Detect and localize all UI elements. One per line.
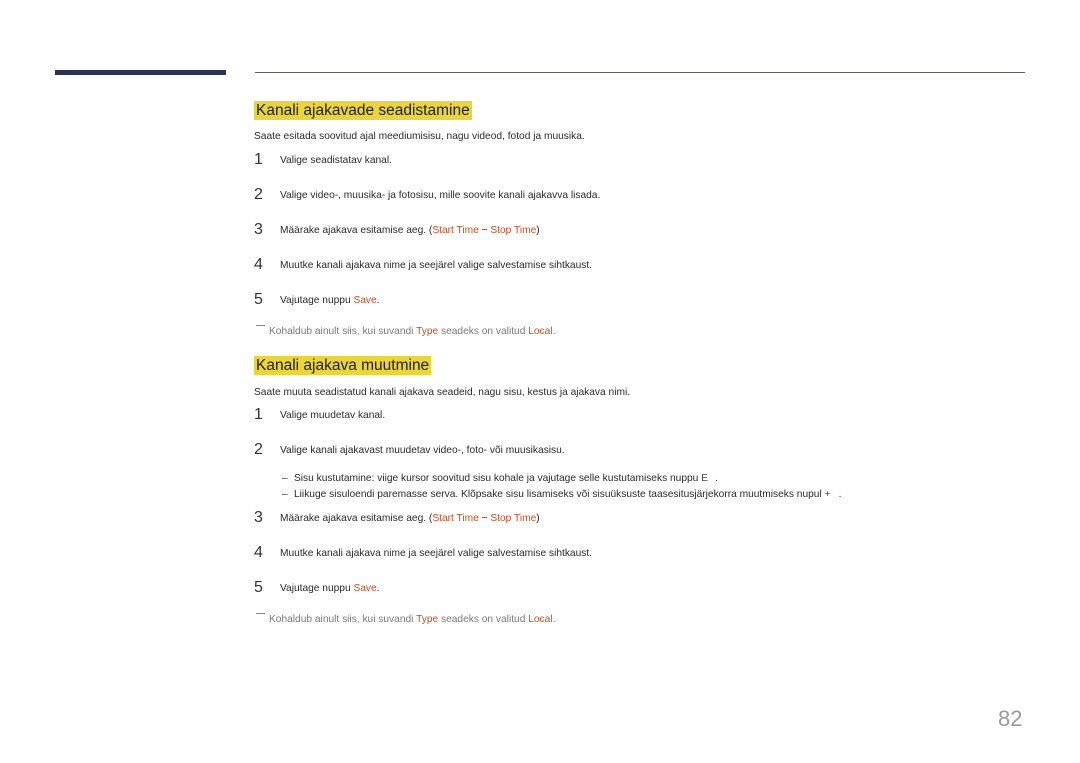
text-fragment: . bbox=[552, 326, 556, 337]
text-fragment: . bbox=[552, 614, 556, 625]
sub-item: – Liikuge sisuloendi paremasse serva. Klõ… bbox=[282, 488, 841, 501]
text-fragment: ) bbox=[536, 513, 540, 524]
text-fragment: Vajutage nuppu bbox=[280, 583, 354, 594]
step-text: Muutke kanali ajakava nime ja seejärel v… bbox=[280, 548, 593, 559]
text-fragment: ) bbox=[536, 225, 540, 236]
text-fragment: . bbox=[715, 473, 718, 484]
section-intro: Saate esitada soovitud ajal meediumisisu… bbox=[254, 131, 585, 142]
text-fragment: Kohaldub ainult siis, kui suvandi bbox=[269, 614, 417, 625]
note: Kohaldub ainult siis, kui suvandi Type s… bbox=[256, 325, 555, 338]
step-number: 4 bbox=[254, 544, 263, 561]
step-text: Määrake ajakava esitamise aeg. (Start Ti… bbox=[280, 224, 540, 237]
section-intro: Saate muuta seadistatud kanali ajakava s… bbox=[254, 387, 631, 398]
local-term: Local bbox=[528, 614, 553, 625]
section-marker-bar bbox=[55, 70, 226, 75]
step-number: 2 bbox=[254, 441, 263, 458]
step-text: Valige kanali ajakavast muudetav video-,… bbox=[280, 445, 565, 456]
section-heading-channel-schedule-edit: Kanali ajakava muutmine bbox=[254, 356, 432, 375]
stop-time-term: Stop Time bbox=[490, 225, 537, 236]
section-heading-channel-schedule-setup: Kanali ajakavade seadistamine bbox=[254, 101, 472, 120]
text-fragment: seadeks on valitud bbox=[438, 614, 529, 625]
step-text: Valige video-, muusika- ja fotosisu, mil… bbox=[280, 190, 601, 201]
step-text: Vajutage nuppu Save. bbox=[280, 582, 380, 595]
step-text: Määrake ajakava esitamise aeg. (Start Ti… bbox=[280, 512, 540, 525]
text-fragment: seadeks on valitud bbox=[438, 326, 529, 337]
text-fragment: Määrake ajakava esitamise aeg. ( bbox=[280, 513, 433, 524]
type-term: Type bbox=[416, 326, 439, 337]
text-fragment: ~ bbox=[478, 513, 491, 524]
save-term: Save bbox=[353, 295, 377, 306]
stop-time-term: Stop Time bbox=[490, 513, 537, 524]
text-fragment: . bbox=[838, 489, 842, 500]
page-number: 82 bbox=[998, 706, 1023, 731]
dash-bullet: – bbox=[282, 473, 288, 484]
text-fragment: Sisu kustutamine: viige kursor soovitud … bbox=[294, 473, 702, 484]
add-button-icon: + bbox=[824, 489, 831, 500]
step-number: 1 bbox=[254, 151, 263, 168]
text-fragment: . bbox=[376, 583, 380, 594]
step-number: 4 bbox=[254, 256, 263, 273]
note-icon bbox=[256, 613, 265, 614]
start-time-term: Start Time bbox=[432, 513, 479, 524]
delete-button-icon: E bbox=[701, 473, 708, 484]
step-number: 5 bbox=[254, 291, 263, 308]
type-term: Type bbox=[416, 614, 439, 625]
text-fragment: Vajutage nuppu bbox=[280, 295, 354, 306]
step-text: Valige muudetav kanal. bbox=[280, 410, 386, 421]
step-number: 3 bbox=[254, 221, 263, 238]
step-number: 3 bbox=[254, 509, 263, 526]
sub-item: – Sisu kustutamine: viige kursor soovitud… bbox=[282, 472, 718, 485]
text-fragment: Liikuge sisuloendi paremasse serva. Klõp… bbox=[294, 489, 825, 500]
text-fragment: Määrake ajakava esitamise aeg. ( bbox=[280, 225, 433, 236]
step-number: 2 bbox=[254, 186, 263, 203]
step-number: 1 bbox=[254, 406, 263, 423]
text-fragment: Kohaldub ainult siis, kui suvandi bbox=[269, 326, 417, 337]
step-text: Valige seadistatav kanal. bbox=[280, 155, 392, 166]
local-term: Local bbox=[528, 326, 553, 337]
save-term: Save bbox=[353, 583, 377, 594]
header-rule bbox=[255, 72, 1025, 73]
step-number: 5 bbox=[254, 579, 263, 596]
text-fragment: ~ bbox=[478, 225, 491, 236]
step-text: Muutke kanali ajakava nime ja seejärel v… bbox=[280, 260, 593, 271]
dash-bullet: – bbox=[282, 489, 288, 500]
start-time-term: Start Time bbox=[432, 225, 479, 236]
text-fragment: . bbox=[376, 295, 380, 306]
note: Kohaldub ainult siis, kui suvandi Type s… bbox=[256, 613, 555, 626]
step-text: Vajutage nuppu Save. bbox=[280, 294, 380, 307]
note-icon bbox=[256, 325, 265, 326]
